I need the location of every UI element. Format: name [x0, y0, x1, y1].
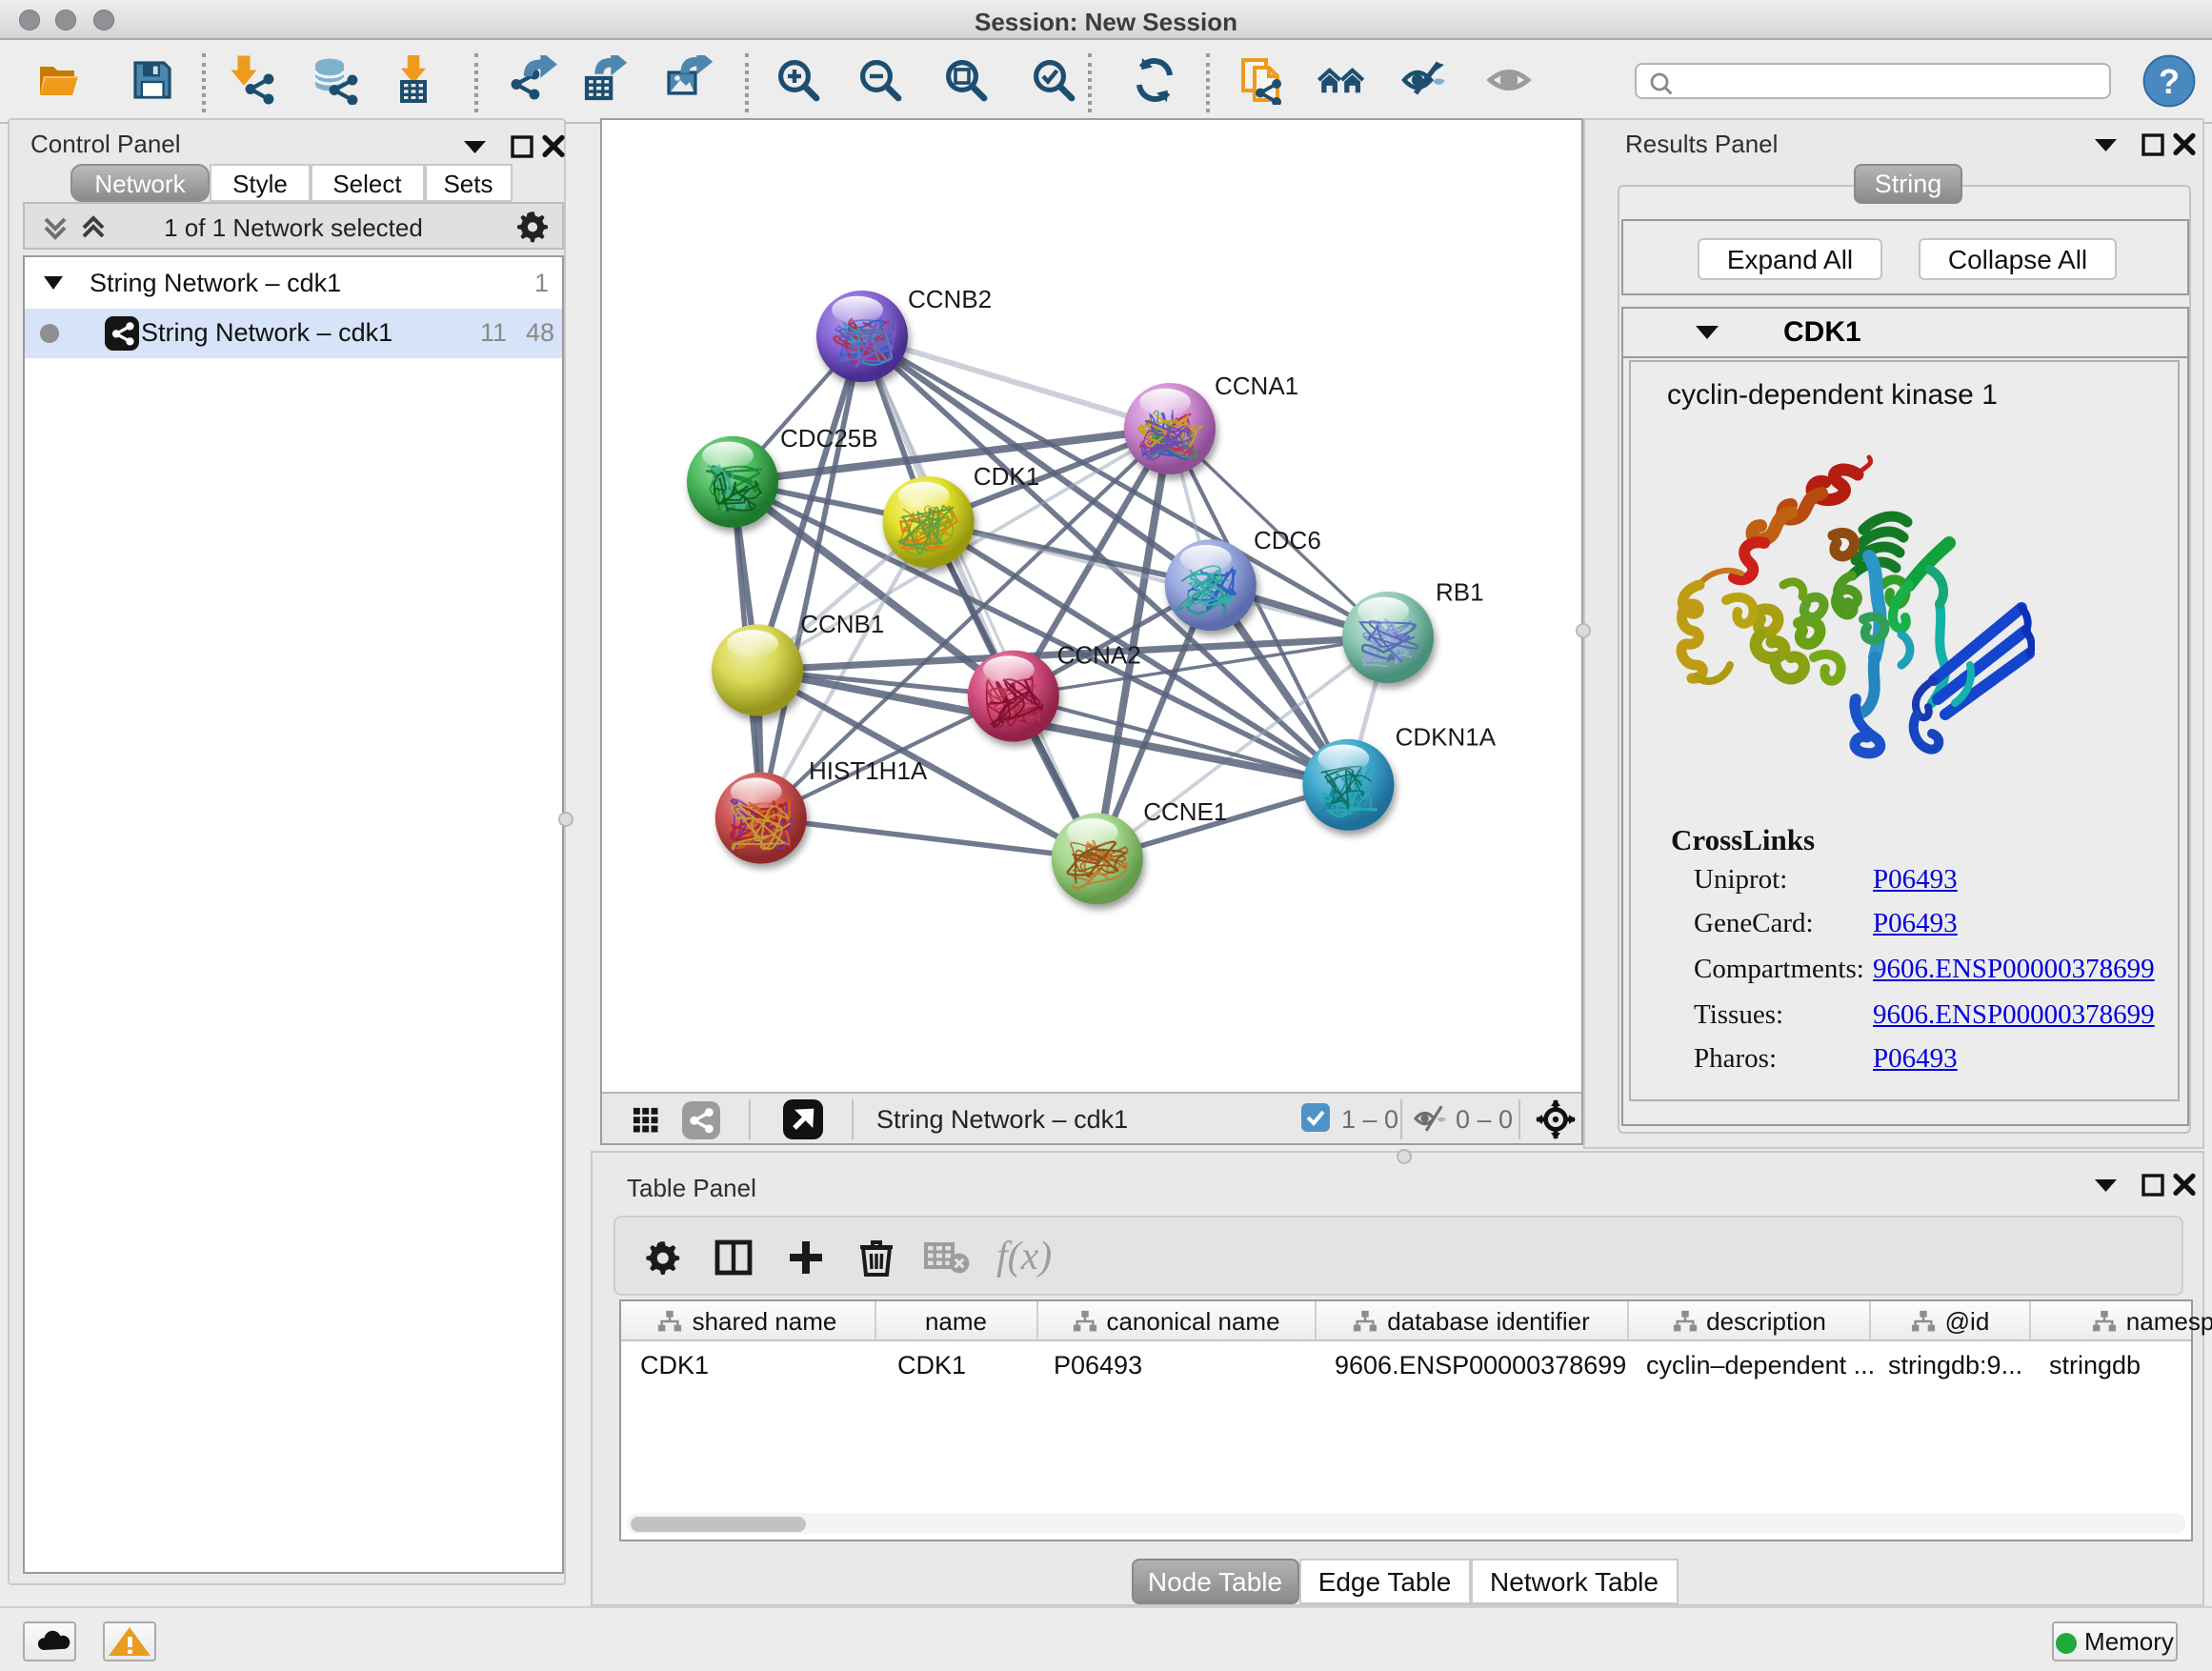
svg-text:?: ?	[2159, 62, 2180, 101]
svg-text:CCNA1: CCNA1	[1214, 371, 1297, 399]
svg-text:HIST1H1A: HIST1H1A	[808, 755, 927, 784]
svg-text:CCNB1: CCNB1	[799, 609, 883, 637]
svg-text:CDK1: CDK1	[973, 461, 1038, 490]
svg-text:RB1: RB1	[1435, 577, 1483, 606]
svg-text:CCNB2: CCNB2	[907, 284, 991, 312]
svg-text:CDC6: CDC6	[1253, 525, 1320, 554]
svg-text:CDC25B: CDC25B	[779, 423, 877, 452]
svg-text:CCNE1: CCNE1	[1142, 796, 1226, 825]
svg-text:CDKN1A: CDKN1A	[1395, 722, 1496, 751]
svg-text:CCNA2: CCNA2	[1056, 640, 1140, 669]
